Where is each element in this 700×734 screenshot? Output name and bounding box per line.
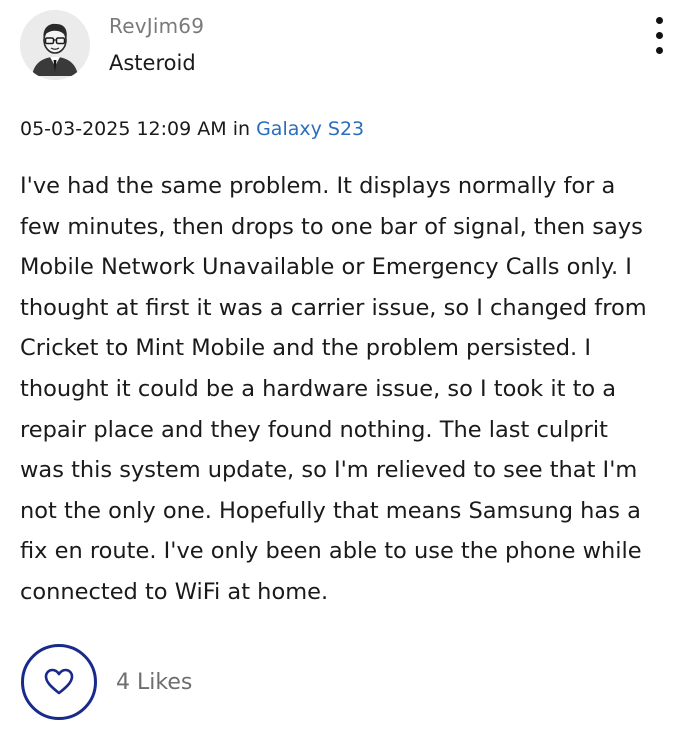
user-avatar-icon[interactable] xyxy=(20,10,90,80)
heart-icon xyxy=(44,668,74,695)
menu-dot xyxy=(656,32,663,39)
post-body-line: repair place and they found nothing. The… xyxy=(20,416,608,443)
post-body-line: connected to WiFi at home. xyxy=(20,578,329,605)
post-meta-in-label: in xyxy=(232,118,251,140)
post-timestamp: 05-03-2025 12:09 AM xyxy=(20,118,227,140)
post-meta: 05-03-2025 12:09 AM in Galaxy S23 xyxy=(20,118,364,140)
post-body-line: thought it could be a hardware issue, so… xyxy=(20,375,617,402)
post-body-line: I've had the same problem. It displays n… xyxy=(20,173,616,199)
post-body-line: not the only one. Hopefully that means S… xyxy=(20,497,641,524)
post-body-line: thought at first it was a carrier issue,… xyxy=(20,294,647,321)
post-body-line: fix en route. I've only been able to use… xyxy=(20,538,642,565)
post-body-line: few minutes, then drops to one bar of si… xyxy=(20,213,643,240)
menu-dot xyxy=(656,47,663,54)
menu-dot xyxy=(656,17,663,24)
board-link[interactable]: Galaxy S23 xyxy=(256,118,364,140)
post-body-line: was this system update, so I'm relieved … xyxy=(20,457,638,484)
more-vertical-icon[interactable] xyxy=(648,14,672,58)
likes-count: 4 Likes xyxy=(116,670,193,695)
author-rank: Asteroid xyxy=(109,51,196,75)
post-body: I've had the same problem. It displays n… xyxy=(20,166,680,613)
forum-post: RevJim69 Asteroid 05-03-2025 12:09 AM in… xyxy=(0,0,700,734)
author-username[interactable]: RevJim69 xyxy=(109,14,204,38)
like-button[interactable] xyxy=(21,644,97,720)
post-body-line: Mobile Network Unavailable or Emergency … xyxy=(20,254,632,281)
post-body-line: Cricket to Mint Mobile and the problem p… xyxy=(20,335,591,362)
